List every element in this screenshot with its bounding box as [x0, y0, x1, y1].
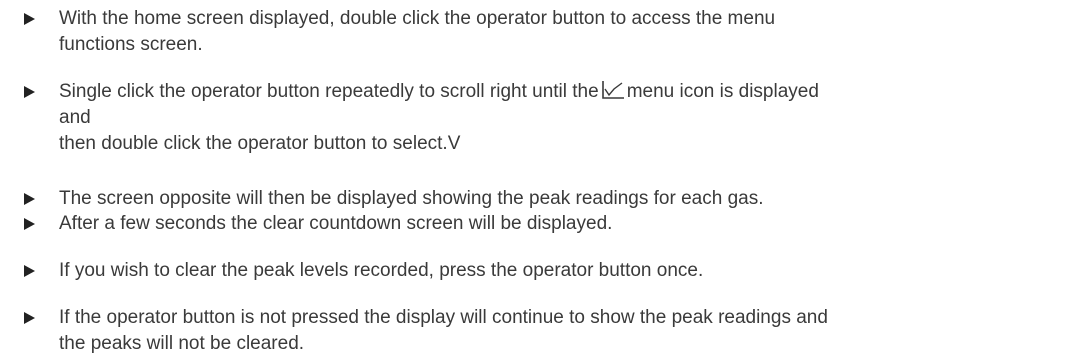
text-line: and	[59, 107, 91, 128]
step-text: With the home screen displayed, double c…	[59, 6, 1089, 58]
instruction-list: With the home screen displayed, double c…	[0, 0, 1091, 364]
text-after-icon: menu icon is displayed	[626, 81, 819, 102]
text-line: the peaks will not be cleared.	[59, 333, 305, 354]
step-text: The screen opposite will then be display…	[59, 186, 1089, 212]
text-line: Single click the operator button repeate…	[59, 79, 1089, 105]
bullet-arrow-icon	[24, 218, 35, 230]
text-before-icon: Single click the operator button repeate…	[59, 81, 599, 102]
text-line: With the home screen displayed, double c…	[59, 8, 776, 29]
bullet-arrow-icon	[24, 312, 35, 324]
step-text: If the operator button is not pressed th…	[59, 305, 1089, 357]
peak-graph-icon	[601, 81, 624, 99]
step-text: If you wish to clear the peak levels rec…	[59, 258, 1089, 284]
text-line: functions screen.	[59, 34, 203, 55]
text-line: The screen opposite will then be display…	[59, 188, 764, 209]
text-line: then double click the operator button to…	[59, 133, 461, 154]
bullet-arrow-icon	[24, 13, 35, 25]
text-line: If the operator button is not pressed th…	[59, 307, 828, 328]
step-text: Single click the operator button repeate…	[59, 79, 1089, 157]
step-text: After a few seconds the clear countdown …	[59, 211, 1089, 237]
bullet-arrow-icon	[24, 265, 35, 277]
text-line: After a few seconds the clear countdown …	[59, 213, 613, 234]
bullet-arrow-icon	[24, 86, 35, 98]
bullet-arrow-icon	[24, 193, 35, 205]
text-line: If you wish to clear the peak levels rec…	[59, 260, 704, 281]
